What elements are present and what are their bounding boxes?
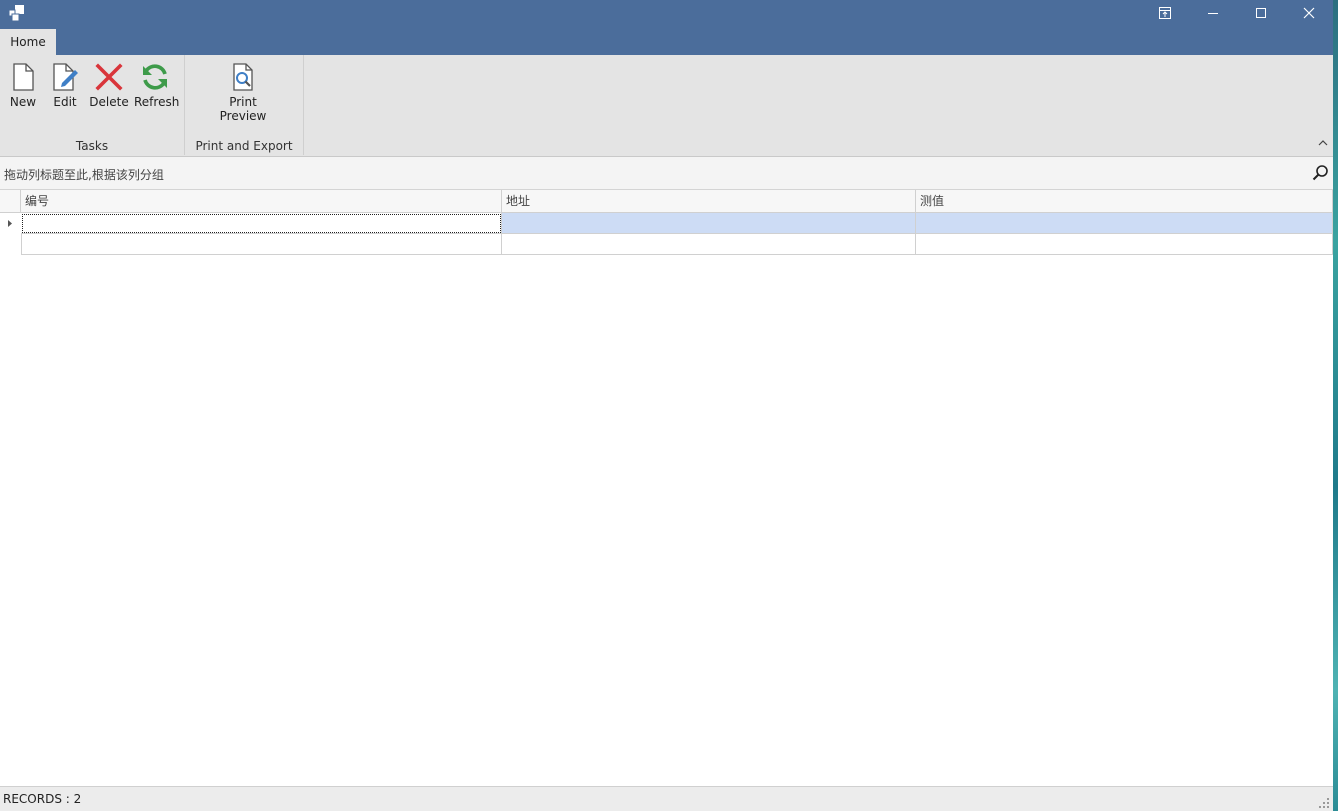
edit-button[interactable]: Edit — [48, 61, 82, 109]
refresh-button[interactable]: Refresh — [134, 61, 180, 109]
cell-value[interactable] — [916, 234, 1333, 255]
print-preview-label-line1: Print — [229, 95, 257, 109]
print-preview-button[interactable]: Print Preview — [214, 61, 272, 123]
resize-grip-icon[interactable] — [1318, 797, 1330, 809]
row-indicator — [0, 234, 21, 255]
print-preview-icon — [233, 63, 253, 91]
new-button-label: New — [9, 95, 37, 109]
cell-address[interactable] — [502, 234, 916, 255]
row-indicator-header — [0, 190, 21, 213]
row-focus-arrow-icon — [8, 220, 12, 227]
group-by-hint: 拖动列标题至此,根据该列分组 — [4, 168, 164, 182]
cell-address[interactable] — [502, 213, 916, 234]
restore-layout-button[interactable] — [1142, 0, 1188, 26]
data-grid: 编号 地址 测值 — [0, 190, 1333, 786]
app-icon — [8, 5, 24, 22]
column-header-address[interactable]: 地址 — [502, 190, 916, 213]
print-preview-label-line2: Preview — [219, 109, 267, 123]
edit-button-label: Edit — [53, 95, 77, 109]
new-document-icon — [13, 63, 34, 91]
cell-id[interactable] — [21, 213, 502, 234]
column-header-id[interactable]: 编号 — [21, 190, 502, 213]
status-bar: RECORDS : 2 — [0, 786, 1333, 811]
minimize-button[interactable] — [1190, 0, 1236, 26]
ribbon-panel: New Edit Delete Refresh Tasks Print Prev… — [0, 55, 1333, 157]
delete-button[interactable]: Delete — [89, 61, 129, 109]
ribbon-group-separator — [303, 55, 304, 155]
maximize-icon — [1256, 8, 1266, 18]
new-button[interactable]: New — [6, 61, 40, 109]
minimize-icon — [1208, 13, 1218, 14]
ribbon-tab-strip — [0, 28, 1333, 55]
app-window: Home New Edit Delete Refresh Tasks Print… — [0, 0, 1333, 811]
tab-home[interactable]: Home — [0, 29, 56, 55]
maximize-button[interactable] — [1238, 0, 1284, 26]
edit-document-icon — [53, 63, 78, 91]
title-bar — [0, 0, 1333, 30]
ribbon-group-label-print-export: Print and Export — [195, 139, 293, 153]
delete-icon — [95, 63, 123, 91]
ribbon-group-label-tasks: Tasks — [75, 139, 109, 153]
desktop-background-strip — [1333, 0, 1338, 811]
cell-id[interactable] — [21, 234, 502, 255]
refresh-button-label: Refresh — [134, 95, 180, 109]
column-header-value[interactable]: 测值 — [916, 190, 1333, 213]
records-count: RECORDS : 2 — [3, 792, 82, 806]
row-indicator — [0, 213, 21, 234]
cell-value[interactable] — [916, 213, 1333, 234]
close-button[interactable] — [1286, 0, 1332, 26]
chevron-up-icon[interactable] — [1316, 136, 1330, 150]
delete-button-label: Delete — [89, 95, 129, 109]
close-icon — [1303, 7, 1315, 19]
refresh-icon — [143, 64, 167, 90]
restore-layout-icon — [1159, 7, 1171, 19]
search-icon[interactable] — [1311, 164, 1329, 182]
group-by-panel[interactable]: 拖动列标题至此,根据该列分组 — [0, 157, 1333, 190]
